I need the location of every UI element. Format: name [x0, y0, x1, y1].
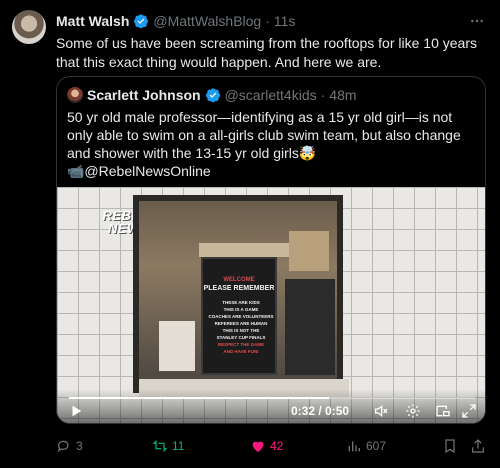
- settings-icon[interactable]: [405, 403, 421, 419]
- retweet-count: 11: [172, 439, 185, 453]
- poster: [159, 321, 195, 371]
- sign-line: THESE ARE KIDS: [222, 300, 260, 305]
- retweet-icon: [152, 440, 168, 452]
- quoted-author-handle: @scarlett4kids: [224, 87, 317, 103]
- sign-line: THIS IS NOT THE: [222, 328, 260, 333]
- progress-fill: [69, 397, 329, 399]
- shelf: [199, 243, 289, 257]
- separator: ·: [265, 13, 270, 29]
- more-options-button[interactable]: [468, 12, 486, 30]
- tweet-actions: 3 11 42 607: [56, 436, 486, 456]
- author-handle[interactable]: @MattWalshBlog: [153, 13, 261, 29]
- like-button[interactable]: 42: [250, 436, 283, 456]
- sign-welcome: WELCOME: [223, 277, 255, 283]
- share-button[interactable]: [470, 436, 486, 456]
- more-icon: [471, 19, 483, 23]
- mute-icon[interactable]: [373, 403, 389, 419]
- video-player[interactable]: REBEL NEWS WELCOME PLEASE REMEMBER THESE…: [57, 187, 485, 423]
- pip-icon[interactable]: [435, 403, 451, 419]
- bookmark-button[interactable]: [442, 436, 458, 456]
- tweet[interactable]: Matt Walsh @MattWalshBlog · 11s Some of …: [0, 0, 500, 468]
- bookmark-icon: [445, 439, 455, 454]
- progress-bar[interactable]: [69, 397, 475, 399]
- reply-icon: [57, 440, 69, 453]
- reply-count: 3: [76, 439, 83, 453]
- quoted-author-name: Scarlett Johnson: [87, 87, 201, 103]
- equipment: [285, 279, 335, 375]
- quoted-author-avatar: [67, 87, 83, 103]
- views-button[interactable]: 607: [346, 436, 386, 456]
- quoted-timestamp: 48m: [329, 87, 357, 103]
- sign-footer: AND HAVE FUN!: [223, 349, 259, 354]
- video-timecode: 0:32 / 0:50: [291, 404, 350, 418]
- video-controls: 0:32 / 0:50: [57, 389, 485, 423]
- quoted-text-credit: 📹@RebelNewsOnline: [67, 163, 211, 179]
- reply-button[interactable]: 3: [56, 436, 83, 456]
- fullscreen-icon[interactable]: [461, 403, 477, 419]
- retweet-button[interactable]: 11: [152, 436, 184, 456]
- sign-line: THIS IS A GAME: [223, 307, 259, 312]
- tweet-text: Some of us have been screaming from the …: [56, 35, 477, 70]
- sign-lines: THESE ARE KIDS THIS IS A GAME COACHES AR…: [207, 299, 275, 355]
- cardboard-box: [289, 231, 329, 271]
- heart-icon: [252, 441, 264, 452]
- verified-badge-icon: [205, 88, 220, 103]
- verified-badge-icon: [134, 14, 149, 29]
- views-count: 607: [366, 439, 387, 453]
- tweet-header: Matt Walsh @MattWalshBlog · 11s: [56, 12, 295, 30]
- play-icon[interactable]: [69, 404, 83, 418]
- quoted-tweet-header: Scarlett Johnson @scarlett4kids · 48m: [67, 86, 357, 104]
- author-name[interactable]: Matt Walsh: [56, 13, 129, 29]
- sign-line: REFEREES ARE HUMAN: [214, 321, 268, 326]
- separator: ·: [320, 87, 326, 103]
- share-icon: [472, 439, 484, 453]
- sign-line: STANLEY CUP FINALS: [216, 335, 266, 340]
- author-avatar[interactable]: [12, 10, 46, 44]
- views-icon: [348, 441, 360, 452]
- quoted-tweet[interactable]: Scarlett Johnson @scarlett4kids · 48m 50…: [56, 76, 486, 424]
- service-window: WELCOME PLEASE REMEMBER THESE ARE KIDS T…: [133, 195, 349, 399]
- rules-sign: WELCOME PLEASE REMEMBER THESE ARE KIDS T…: [201, 257, 277, 375]
- sign-title: PLEASE REMEMBER: [203, 285, 275, 292]
- sign-line: COACHES ARE VOLUNTEERS: [208, 314, 274, 319]
- like-count: 42: [270, 439, 284, 453]
- quoted-tweet-text: 50 yr old male professor—identifying as …: [67, 108, 479, 180]
- quoted-text-body: 50 yr old male professor—identifying as …: [67, 109, 461, 161]
- sign-footer: RESPECT THE GAME: [217, 342, 265, 347]
- tweet-timestamp[interactable]: 11s: [274, 13, 296, 29]
